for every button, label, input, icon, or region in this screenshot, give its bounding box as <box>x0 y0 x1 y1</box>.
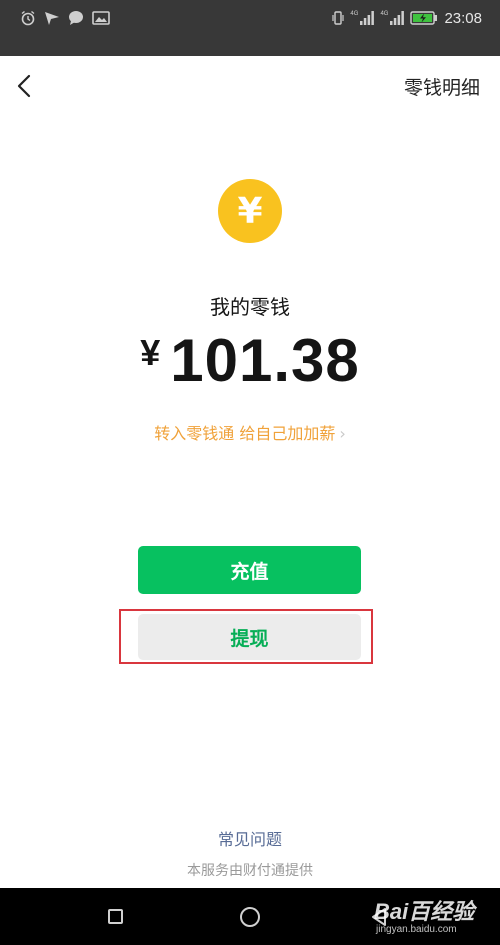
send-icon <box>45 12 59 25</box>
baidu-jingyan-watermark: Bai百经验 jingyan.baidu.com <box>374 894 492 940</box>
watermark-site: jingyan.baidu.com <box>376 924 457 935</box>
vibrate-icon <box>332 11 345 25</box>
annotation-highlight-box <box>119 609 373 664</box>
status-bar: 4G 4G 23:08 <box>0 0 500 56</box>
chevron-left-icon <box>17 74 31 98</box>
faq-link[interactable]: 常见问题 <box>0 826 500 850</box>
signal-2: 4G <box>380 11 405 25</box>
balance-display: ¥101.38 <box>0 326 500 395</box>
chat-bubble-icon <box>69 11 83 25</box>
image-icon <box>92 11 110 25</box>
clock: 23:08 <box>444 9 482 27</box>
yuan-coin-icon: ¥ <box>218 179 282 243</box>
signal-icon <box>390 11 405 25</box>
header: 零钱明细 <box>0 56 500 116</box>
home-icon[interactable] <box>240 907 260 927</box>
yuan-glyph: ¥ <box>237 190 263 232</box>
back-button[interactable] <box>10 70 42 102</box>
status-system-icons: 4G 4G 23:08 <box>332 7 482 29</box>
recent-apps-icon[interactable] <box>108 909 123 924</box>
status-notification-icons <box>20 8 110 28</box>
battery-charging-icon <box>410 11 438 25</box>
watermark-logo: Bai百经验 <box>374 899 475 924</box>
currency-symbol: ¥ <box>140 332 161 373</box>
network-type-label: 4G <box>350 11 359 17</box>
recharge-button[interactable]: 充值 <box>138 546 361 594</box>
alarm-icon <box>21 10 35 26</box>
details-link[interactable]: 零钱明细 <box>404 73 480 100</box>
balance-amount: 101.38 <box>170 327 360 394</box>
wallet-title: 我的零钱 <box>210 295 290 319</box>
signal-1: 4G <box>350 11 375 25</box>
chevron-right-icon: › <box>339 424 346 443</box>
recharge-label: 充值 <box>230 560 269 583</box>
network-type-label: 4G <box>380 11 389 17</box>
promo-link[interactable]: 转入零钱通 给自己加加薪 › <box>0 420 500 444</box>
signal-icon <box>360 11 375 25</box>
promo-text: 转入零钱通 给自己加加薪 <box>154 424 336 443</box>
navigation-bar: Bai百经验 jingyan.baidu.com <box>0 888 500 945</box>
provider-note: 本服务由财付通提供 <box>187 863 313 879</box>
